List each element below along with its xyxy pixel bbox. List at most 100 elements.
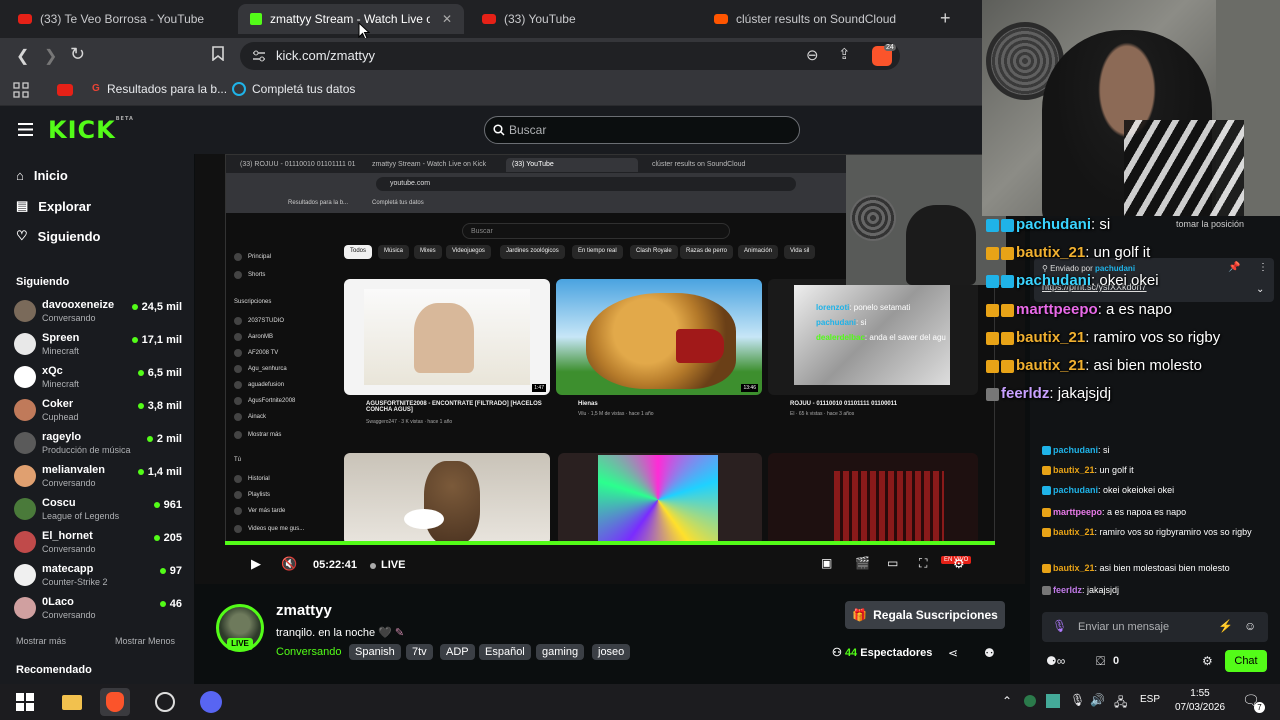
chat-input[interactable]: 🎙 Enviar un mensaje ⚡ ☺: [1042, 612, 1268, 642]
bookmark-resultados[interactable]: Resultados para la b...: [107, 82, 227, 96]
inner-tab: clúster results on SoundCloud: [652, 161, 746, 168]
pip-icon[interactable]: ▣: [821, 556, 832, 570]
chat-settings-icon[interactable]: ⚙: [1202, 654, 1213, 668]
avatar: [14, 531, 36, 553]
discord-icon[interactable]: [196, 688, 226, 716]
tag-espanol[interactable]: Español: [479, 644, 531, 660]
inner-tab: zmattyy Stream - Watch Live on Kick: [372, 161, 487, 168]
apps-grid-icon[interactable]: [13, 82, 29, 98]
nav-inicio[interactable]: ⌂ Inicio: [16, 168, 68, 183]
kick-logo[interactable]: KICKBETA: [48, 116, 134, 144]
overlay-chat-line: pachudani: okei okei: [986, 272, 1159, 289]
tray-app-icon[interactable]: [1046, 694, 1060, 708]
new-tab-icon[interactable]: +: [940, 8, 951, 29]
channel-item[interactable]: rageylo Producción de música 2 mil: [14, 429, 186, 459]
stream-category[interactable]: Conversando: [276, 646, 341, 658]
live-progress-bar[interactable]: [225, 541, 995, 545]
channel-item[interactable]: davooxeneize Conversando 24,5 mil: [14, 297, 186, 327]
channel-item[interactable]: El_hornet Conversando 205: [14, 528, 186, 558]
chevron-down-icon[interactable]: ⌄: [1256, 284, 1264, 295]
share-icon[interactable]: ⇪: [838, 45, 851, 63]
mute-icon[interactable]: 🔇: [281, 556, 297, 572]
bookmark-completa[interactable]: Completá tus datos: [252, 82, 355, 96]
tab-zmattyy-stream[interactable]: zmattyy Stream - Watch Live on K ✕: [238, 4, 464, 34]
channel-item[interactable]: melianvalen Conversando 1,4 mil: [14, 462, 186, 492]
avatar: [14, 399, 36, 421]
tag-7tv[interactable]: 7tv: [406, 644, 433, 660]
recommended-title: Recomendado: [16, 664, 92, 676]
browser-tab-bar: (33) Te Veo Borrosa - YouTube zmattyy St…: [0, 0, 982, 40]
back-icon[interactable]: ❮: [16, 46, 29, 66]
chat-send-button[interactable]: Chat: [1225, 650, 1267, 672]
follow-icon[interactable]: ⚉: [984, 646, 995, 660]
forward-icon[interactable]: ❯: [44, 46, 57, 66]
tab-te-veo-borrosa[interactable]: (33) Te Veo Borrosa - YouTube: [6, 4, 234, 34]
show-less-link[interactable]: Mostrar Menos: [115, 636, 175, 646]
kick-icon: [250, 13, 262, 25]
pin-icon[interactable]: 📌: [1228, 262, 1240, 273]
emote-picker-icon[interactable]: ⚡: [1218, 619, 1233, 633]
url-text[interactable]: kick.com/zmattyy: [276, 48, 375, 63]
theater-icon[interactable]: ▭: [887, 556, 898, 570]
reload-icon[interactable]: ↻: [70, 44, 85, 65]
inner-url: youtube.com: [376, 177, 796, 191]
fullscreen-icon[interactable]: ⛶: [919, 556, 927, 571]
tag-adp[interactable]: ADP: [440, 644, 475, 660]
inner-yt-sidebar: Principal Shorts Suscripciones 2037STUDI…: [226, 213, 324, 545]
mic-icon[interactable]: 🎙: [1052, 619, 1067, 633]
channel-item[interactable]: Coscu League of Legends 961: [14, 495, 186, 525]
share-stream-icon[interactable]: ⋖: [948, 646, 958, 660]
points-count: 0: [1113, 655, 1120, 667]
chat-message: bautix_21: un golf it: [1042, 464, 1278, 476]
webcam-feed: [982, 0, 1280, 216]
streamer-name[interactable]: zmattyy: [276, 602, 332, 619]
live-dot: [159, 601, 166, 608]
channel-item[interactable]: xQc Minecraft 6,5 mil: [14, 363, 186, 393]
windows-start-icon[interactable]: [10, 688, 40, 716]
nav-explorar[interactable]: ▤ Explorar: [16, 198, 91, 214]
site-settings-icon[interactable]: [252, 50, 266, 62]
tab-soundcloud[interactable]: clúster results on SoundCloud: [702, 4, 930, 34]
gift-subs-button[interactable]: 🎁 Regala Suscripciones: [845, 601, 1005, 629]
search-input[interactable]: Buscar: [484, 116, 800, 144]
microphone-icon[interactable]: 🎙: [1070, 693, 1085, 707]
channel-item[interactable]: matecapp Counter-Strike 2 97: [14, 561, 186, 591]
channel-points-icon[interactable]: ⚈∞: [1046, 654, 1065, 668]
address-bar[interactable]: kick.com/zmattyy ⊖ ⇪ 24: [240, 42, 900, 70]
clip-icon[interactable]: 🎬: [855, 556, 870, 570]
settings-icon[interactable]: ⚙: [953, 556, 965, 572]
menu-icon[interactable]: [18, 123, 33, 136]
channel-item[interactable]: Coker Cuphead 3,8 mil: [14, 396, 186, 426]
brave-browser-icon[interactable]: [100, 688, 130, 716]
tab-title: (33) YouTube: [504, 12, 576, 26]
play-icon[interactable]: ▶: [251, 556, 261, 572]
file-explorer-icon[interactable]: [57, 688, 87, 716]
show-more-link[interactable]: Mostrar más: [16, 636, 66, 646]
gift-icon[interactable]: ⛋: [1096, 654, 1105, 669]
bookmark-icon[interactable]: [212, 46, 224, 66]
inner-tab: (33) YouTube: [506, 158, 638, 172]
gift-icon: 🎁: [852, 608, 868, 622]
zoom-icon[interactable]: ⊖: [806, 46, 819, 64]
close-tab-icon[interactable]: ✕: [442, 12, 452, 26]
chevron-up-icon[interactable]: ⌃: [1002, 694, 1012, 708]
volume-icon[interactable]: 🔊: [1090, 693, 1105, 707]
tag-joseo[interactable]: joseo: [592, 644, 631, 660]
live-dot: [146, 436, 153, 443]
more-icon[interactable]: ⋮: [1258, 262, 1268, 273]
channel-item[interactable]: Spreen Minecraft 17,1 mil: [14, 330, 186, 360]
video-player[interactable]: (33) ROJUU - 01110010 01101111 01 zmatty…: [195, 154, 1025, 584]
nav-siguiendo[interactable]: ♡ Siguiendo: [16, 228, 101, 244]
tag-spanish[interactable]: Spanish: [349, 644, 401, 660]
channel-item[interactable]: 0Laco Conversando 46: [14, 594, 186, 624]
obs-icon[interactable]: [150, 688, 180, 716]
tab-youtube[interactable]: (33) YouTube: [470, 4, 698, 34]
network-icon[interactable]: 🖧: [1114, 693, 1127, 714]
tag-gaming[interactable]: gaming: [536, 644, 585, 660]
tray-app-icon[interactable]: [1024, 695, 1036, 707]
emoji-icon[interactable]: ☺: [1244, 619, 1256, 633]
language-indicator[interactable]: ESP: [1140, 694, 1160, 705]
youtube-bookmark-icon[interactable]: [57, 84, 73, 96]
clock[interactable]: 1:55 07/03/2026: [1170, 687, 1230, 715]
live-label[interactable]: LIVE: [381, 559, 405, 571]
